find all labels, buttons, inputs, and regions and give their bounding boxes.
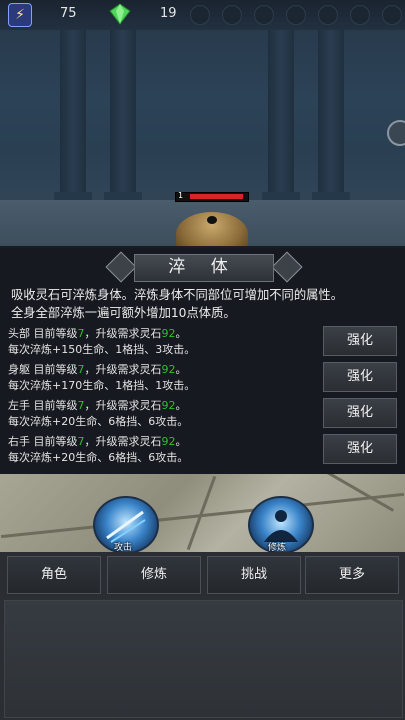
message-area	[0, 596, 405, 720]
temper-row-torso: 身躯 目前等级7，升级需求灵石92。 每次淬炼+170生命、1格挡、1攻击。 强…	[8, 362, 405, 394]
row-status: 头部 目前等级7，升级需求灵石92。	[8, 327, 187, 340]
side-menu-icon[interactable]	[387, 120, 405, 146]
cultivate-skill-label: 修炼	[268, 543, 287, 552]
slot-dot	[318, 5, 338, 25]
body-temper-panel: 淬 体 吸收灵石可淬炼身体。淬炼身体不同部位可增加不同的属性。 全身全部淬炼一遍…	[0, 246, 405, 474]
slot-dot	[382, 5, 402, 25]
enemy-sprite[interactable]	[176, 212, 248, 248]
enhance-button[interactable]: 强化	[323, 434, 397, 464]
desc-line: 吸收灵石可淬炼身体。淬炼身体不同部位可增加不同的属性。	[11, 288, 344, 302]
slot-dot	[286, 5, 306, 25]
pillar	[54, 30, 92, 206]
slot-dot	[254, 5, 274, 25]
row-status: 右手 目前等级7，升级需求灵石92。	[8, 435, 187, 448]
desc-line: 全身全部淬炼一遍可额外增加10点体质。	[11, 306, 236, 320]
hp-fill	[190, 194, 244, 199]
slot-dot	[350, 5, 370, 25]
slot-dot	[222, 5, 242, 25]
gem-count: 19	[160, 6, 177, 21]
enhance-button[interactable]: 强化	[323, 362, 397, 392]
resource-bar: ⚡ 75 19	[0, 0, 405, 30]
lightning-icon: ⚡	[8, 3, 32, 27]
row-effect: 每次淬炼+20生命、6格挡、6攻击。	[8, 415, 189, 428]
skill-area: 攻击 修炼	[0, 474, 405, 552]
enhance-button[interactable]: 强化	[323, 398, 397, 428]
temper-row-head: 头部 目前等级7，升级需求灵石92。 每次淬炼+150生命、1格挡、3攻击。 强…	[8, 326, 405, 358]
row-status: 身躯 目前等级7，升级需求灵石92。	[8, 363, 187, 376]
row-status: 左手 目前等级7，升级需求灵石92。	[8, 399, 187, 412]
message-panel	[4, 600, 403, 718]
pillar	[104, 30, 142, 206]
pillar	[262, 30, 300, 206]
panel-title-text: 淬 体	[168, 257, 238, 277]
gem-icon	[109, 3, 131, 25]
bottom-nav: 角色 修炼 挑战 更多	[0, 552, 405, 596]
row-effect: 每次淬炼+170生命、1格挡、1攻击。	[8, 379, 196, 392]
slot-dot	[190, 5, 210, 25]
nav-more[interactable]: 更多	[305, 556, 399, 594]
nav-character[interactable]: 角色	[7, 556, 101, 594]
temper-row-left-hand: 左手 目前等级7，升级需求灵石92。 每次淬炼+20生命、6格挡、6攻击。 强化	[8, 398, 405, 430]
ornament-left-icon	[105, 251, 137, 283]
ornament-right-icon	[271, 251, 303, 283]
temper-row-right-hand: 右手 目前等级7，升级需求灵石92。 每次淬炼+20生命、6格挡、6攻击。 强化	[8, 434, 405, 466]
pillar	[312, 30, 350, 206]
panel-title: 淬 体	[105, 251, 303, 283]
battle-scene: ⚡ 75 19 1	[0, 0, 405, 248]
energy-count: 75	[60, 6, 77, 21]
enhance-button[interactable]: 强化	[323, 326, 397, 356]
attack-skill-label: 攻击	[114, 543, 133, 552]
panel-description: 吸收灵石可淬炼身体。淬炼身体不同部位可增加不同的属性。 全身全部淬炼一遍可额外增…	[11, 286, 401, 322]
nav-cultivate[interactable]: 修炼	[107, 556, 201, 594]
nav-challenge[interactable]: 挑战	[207, 556, 301, 594]
row-effect: 每次淬炼+20生命、6格挡、6攻击。	[8, 451, 189, 464]
enemy-hp-bar: 1	[175, 191, 249, 202]
enemy-level: 1	[178, 191, 184, 200]
row-effect: 每次淬炼+150生命、1格挡、3攻击。	[8, 343, 196, 356]
